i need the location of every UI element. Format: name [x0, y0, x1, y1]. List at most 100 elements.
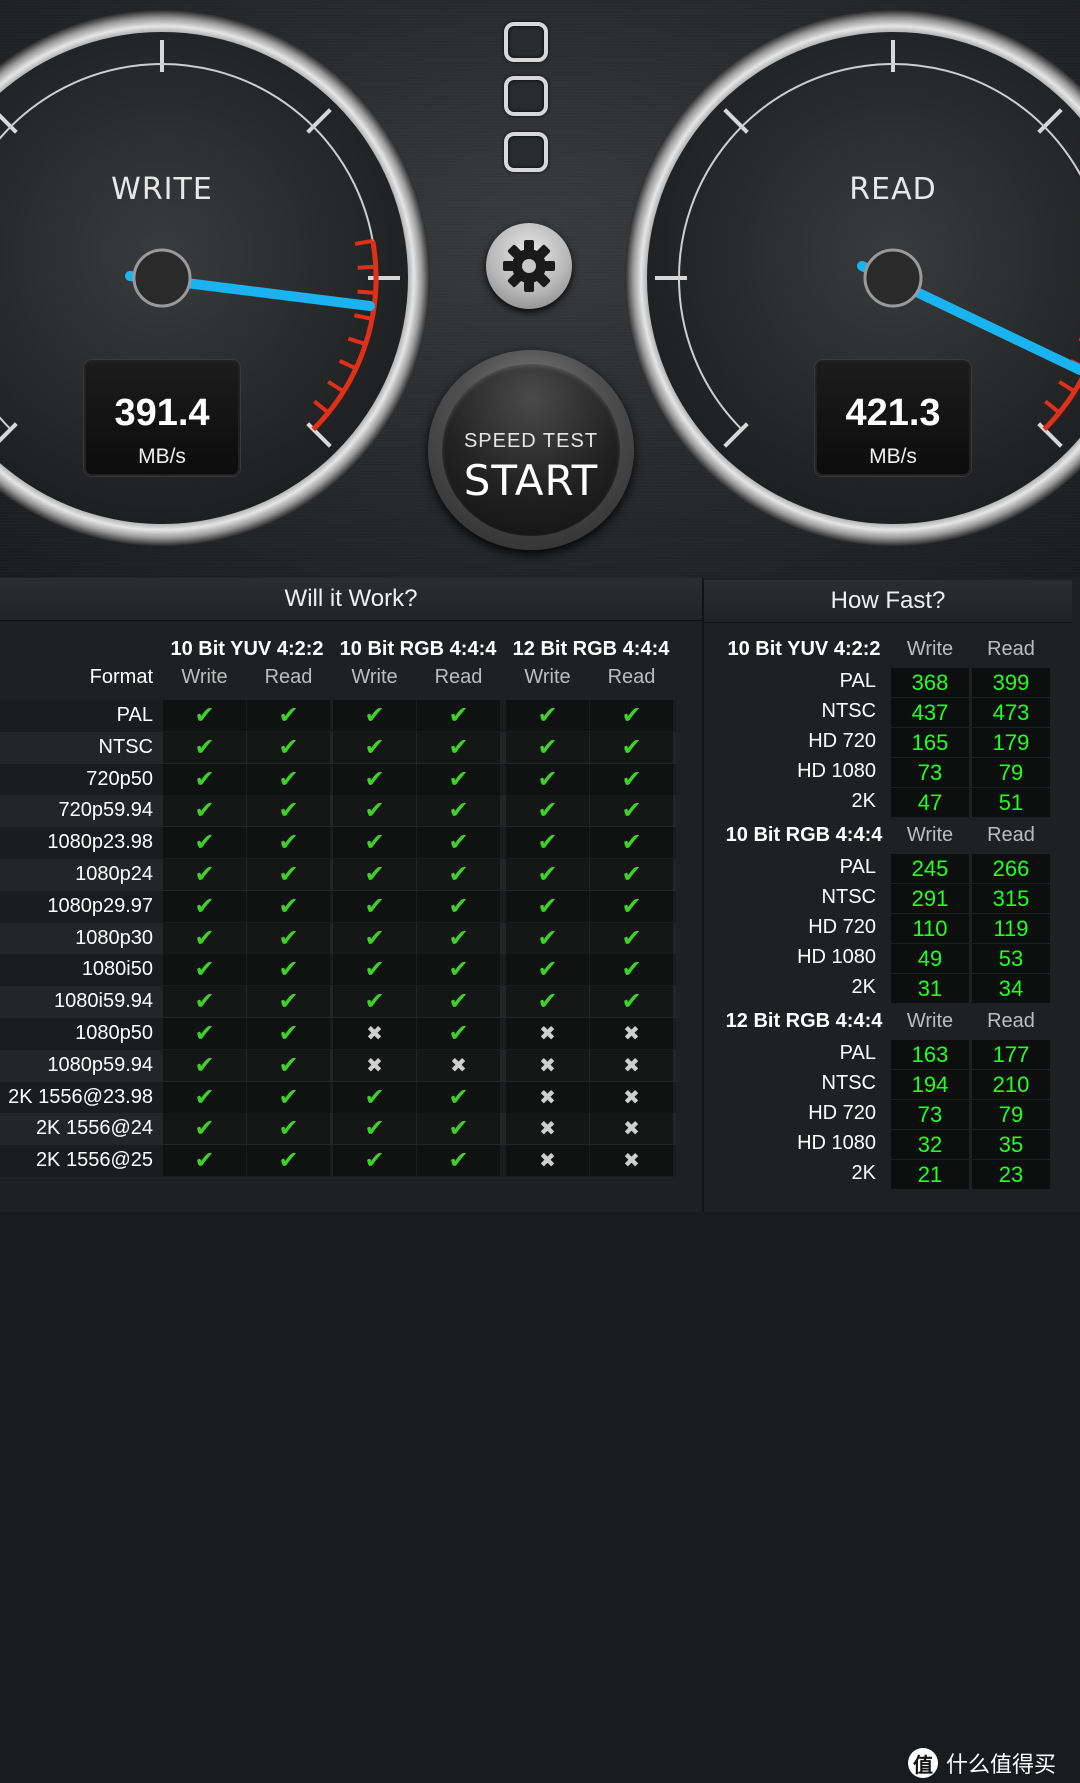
check-icon: ✔ — [333, 700, 416, 731]
how-fast-format: 2K — [851, 790, 876, 812]
gauges-panel: WRITE READ 391.4 MB/s 421.3 MB/s SPEED T… — [0, 0, 1080, 578]
table-row: 1080i50 ✔ ✔ ✔ ✔ ✔ ✔ — [0, 954, 676, 987]
format-name: 1080p29.97 — [47, 894, 153, 917]
table-row: NTSC ✔ ✔ ✔ ✔ ✔ ✔ — [0, 731, 676, 764]
window-slot-icon-3[interactable] — [504, 132, 548, 172]
how-fast-format: HD 1080 — [797, 760, 876, 782]
format-name: PAL — [116, 704, 153, 726]
how-fast-read-value: 79 — [972, 758, 1050, 787]
how-fast-format: NTSC — [821, 1072, 876, 1094]
table-row: 1080p59.94 ✔ ✔ ✖ ✖ ✖ ✖ — [0, 1049, 676, 1082]
how-fast-write-value: 194 — [891, 1070, 969, 1099]
check-icon: ✔ — [590, 922, 673, 954]
check-icon: ✔ — [333, 922, 416, 954]
window-slot-icon-2[interactable] — [504, 76, 548, 116]
results-panel: Will it Work? How Fast? 10 Bit YUV 4:2:2… — [0, 578, 1080, 1778]
window-slot-icon-1[interactable] — [504, 22, 548, 62]
check-icon: ✔ — [417, 1081, 500, 1113]
col-head-read: Read — [434, 666, 483, 688]
check-icon: ✔ — [247, 1081, 330, 1113]
how-fast-write-value: 47 — [891, 788, 969, 817]
will-it-work-table: PAL ✔ ✔ ✔ ✔ ✔ ✔ NTSC ✔ ✔ ✔ ✔ ✔ ✔ 720p50 ✔ ✔ ✔ ✔ ✔ ✔ 720p59.94… — [0, 700, 676, 1177]
start-button-face: SPEED TEST START — [442, 364, 620, 536]
format-name: 1080p59.94 — [47, 1053, 153, 1076]
how-fast-write-value: 165 — [891, 728, 969, 757]
how-fast-read-value: 473 — [972, 698, 1050, 727]
check-icon: ✔ — [506, 858, 589, 890]
how-fast-section-title: 10 Bit RGB 4:4:4 — [725, 824, 883, 846]
how-fast-read-value: 177 — [972, 1040, 1050, 1069]
check-icon: ✔ — [590, 827, 673, 859]
check-icon: ✔ — [590, 700, 673, 731]
gauge-redline-tick — [357, 264, 376, 270]
format-name: 1080i50 — [81, 958, 153, 981]
table-row: 2K 1556@24 ✔ ✔ ✔ ✔ ✖ ✖ — [0, 1113, 676, 1146]
how-fast-section-title: 10 Bit YUV 4:2:2 — [727, 638, 881, 660]
write-speed-unit: MB/s — [138, 445, 186, 468]
cross-icon: ✖ — [506, 1113, 589, 1145]
cross-icon: ✖ — [333, 1017, 416, 1049]
check-icon: ✔ — [590, 795, 673, 827]
format-name: 1080i59.94 — [54, 990, 153, 1013]
col-head-write: Write — [181, 666, 228, 688]
how-fast-read-value: 35 — [972, 1130, 1050, 1159]
watermark-logo-icon: 值 — [908, 1748, 938, 1778]
how-fast-write-value: 49 — [891, 944, 969, 973]
check-icon: ✔ — [333, 858, 416, 890]
col-head-read: Read — [264, 666, 313, 688]
start-button[interactable]: SPEED TEST START — [428, 350, 634, 550]
how-fast-read-value: 179 — [972, 728, 1050, 757]
how-fast-read-value: 34 — [972, 974, 1050, 1003]
table-row: PAL ✔ ✔ ✔ ✔ ✔ ✔ — [0, 700, 676, 732]
how-fast-title: How Fast? — [704, 580, 1072, 623]
check-icon: ✔ — [247, 1113, 330, 1145]
check-icon: ✔ — [506, 954, 589, 986]
how-fast-write-value: 31 — [891, 974, 969, 1003]
will-it-work-title: Will it Work? — [0, 578, 702, 621]
check-icon: ✔ — [163, 986, 246, 1018]
check-icon: ✔ — [333, 1145, 416, 1177]
check-icon: ✔ — [247, 986, 330, 1018]
how-fast-format: NTSC — [821, 700, 876, 722]
check-icon: ✔ — [506, 827, 589, 859]
check-icon: ✔ — [163, 1081, 246, 1113]
format-name: 1080p30 — [75, 926, 153, 949]
how-fast-format: 2K — [851, 976, 876, 998]
table-row: 720p50 ✔ ✔ ✔ ✔ ✔ ✔ — [0, 763, 676, 796]
how-fast-read-value: 23 — [972, 1160, 1050, 1189]
check-icon: ✔ — [333, 954, 416, 986]
read-speed-unit: MB/s — [869, 445, 917, 468]
write-speed-value: 391.4 — [114, 392, 210, 434]
check-icon: ✔ — [506, 922, 589, 954]
check-icon: ✔ — [417, 890, 500, 922]
check-icon: ✔ — [333, 986, 416, 1018]
how-fast-format: 2K — [851, 1162, 876, 1184]
check-icon: ✔ — [163, 763, 246, 795]
check-icon: ✔ — [506, 795, 589, 827]
check-icon: ✔ — [590, 858, 673, 890]
check-icon: ✔ — [506, 763, 589, 795]
how-fast-format: HD 1080 — [797, 946, 876, 968]
col-head-write: Write — [906, 824, 954, 846]
how-fast-write-value: 437 — [891, 698, 969, 727]
how-fast-format: HD 720 — [808, 1102, 876, 1124]
format-name: 2K 1556@23.98 — [8, 1085, 153, 1108]
check-icon: ✔ — [506, 986, 589, 1018]
check-icon: ✔ — [333, 1113, 416, 1145]
cross-icon: ✖ — [590, 1081, 673, 1113]
read-speed-value: 421.3 — [845, 392, 941, 434]
how-fast-read-value: 51 — [972, 788, 1050, 817]
how-fast-read-value: 315 — [972, 884, 1050, 913]
settings-button[interactable] — [486, 223, 572, 309]
check-icon: ✔ — [417, 922, 500, 954]
check-icon: ✔ — [333, 827, 416, 859]
check-icon: ✔ — [247, 827, 330, 859]
how-fast-read-value: 266 — [972, 854, 1050, 883]
table-row: 1080p24 ✔ ✔ ✔ ✔ ✔ ✔ — [0, 858, 676, 891]
how-fast-write-value: 245 — [891, 854, 969, 883]
format-name: 2K 1556@25 — [35, 1149, 153, 1172]
check-icon: ✔ — [163, 890, 246, 922]
write-gauge-label: WRITE — [111, 172, 213, 207]
check-icon: ✔ — [247, 1049, 330, 1081]
table-row: 1080i59.94 ✔ ✔ ✔ ✔ ✔ ✔ — [0, 986, 676, 1018]
